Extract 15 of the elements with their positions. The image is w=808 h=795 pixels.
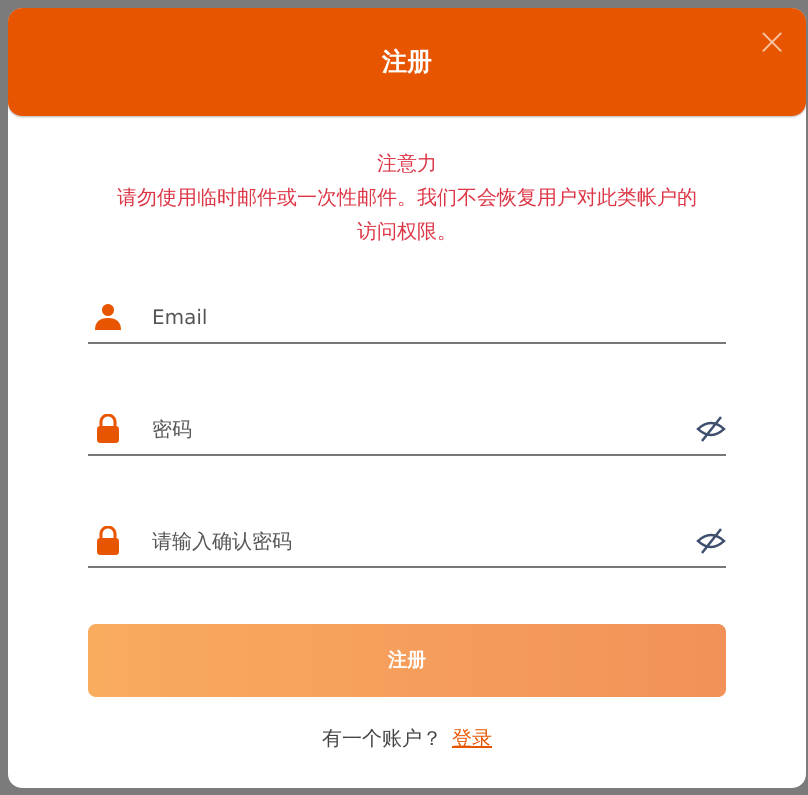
close-button[interactable]: × bbox=[752, 22, 792, 60]
lock-icon bbox=[96, 414, 120, 444]
user-icon bbox=[94, 303, 122, 331]
register-button[interactable]: 注册 bbox=[88, 624, 726, 697]
eye-slash-icon[interactable] bbox=[696, 526, 726, 556]
password-field[interactable]: 密码 bbox=[128, 404, 696, 454]
email-field[interactable]: Email bbox=[128, 292, 726, 342]
dialog-title: 注册 bbox=[382, 46, 432, 78]
footer-prompt: 有一个账户？ bbox=[322, 726, 442, 750]
notice-heading: 注意力 bbox=[376, 150, 438, 177]
lock-icon bbox=[96, 526, 120, 556]
login-link[interactable]: 登录 bbox=[452, 726, 492, 750]
notice-text: 请勿使用临时邮件或一次性邮件。我们不会恢复用户对此类帐户的访问权限。 bbox=[116, 184, 698, 245]
eye-slash-icon[interactable] bbox=[696, 414, 726, 444]
password-field[interactable]: 请输入确认密码 bbox=[128, 516, 696, 566]
